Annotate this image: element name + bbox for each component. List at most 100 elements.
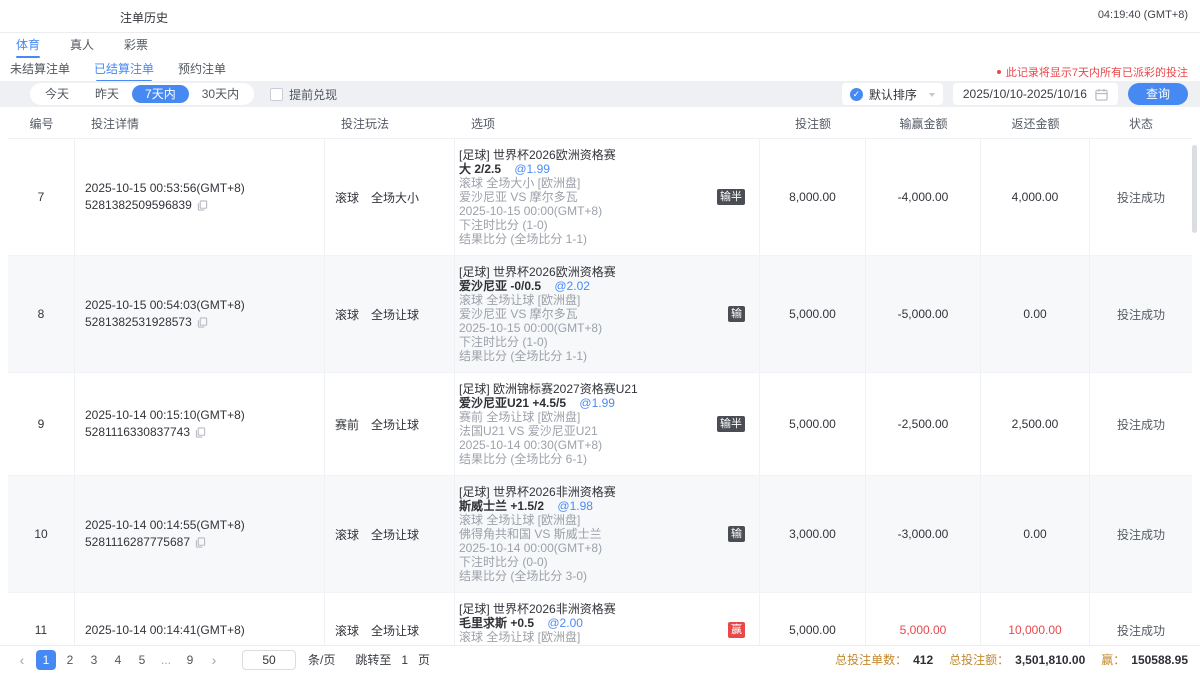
scrollbar[interactable] (1192, 145, 1197, 233)
subtab-settled[interactable]: 已结算注单 (84, 58, 164, 82)
option-score-at-bet: 下注时比分 (1-0) (459, 218, 719, 232)
page-ellipsis[interactable]: ... (156, 650, 176, 670)
prev-page-button[interactable]: ‹ (12, 650, 32, 670)
play-market: 全场让球 (371, 622, 419, 639)
cashout-filter[interactable]: 提前兑现 (270, 86, 337, 103)
bet-history-page: 注单历史 04:19:40 (GMT+8) 体育 真人 彩票 未结算注单 已结算… (0, 0, 1200, 673)
cell-play: 滚球 全场让球 (325, 256, 455, 372)
record-notice: 此记录将显示7天内所有已派彩的投注 (997, 64, 1188, 80)
cashout-checkbox[interactable] (270, 88, 283, 101)
play-type: 赛前 (335, 416, 359, 433)
copy-icon[interactable] (197, 200, 208, 211)
cashout-label: 提前兑现 (289, 86, 337, 103)
totals-summary: 总投注单数： 412 总投注额： 3,501,810.00 赢： 150588.… (835, 651, 1188, 668)
col-option: 选项 (455, 115, 760, 132)
play-market: 全场让球 (371, 526, 419, 543)
tab-live[interactable]: 真人 (60, 34, 104, 57)
cell-no: 8 (8, 256, 75, 372)
cell-option: [足球] 世界杯2026非洲资格赛 斯威士兰 +1.5/2 @1.98 滚球 全… (455, 476, 760, 592)
cell-option: [足球] 欧洲锦标赛2027资格赛U21 爱沙尼亚U21 +4.5/5 @1.9… (455, 373, 760, 475)
option-selection: 毛里求斯 +0.5 (459, 616, 534, 630)
table-row: 8 2025-10-15 00:54:03(GMT+8) 52813825319… (8, 256, 1192, 373)
footer-bar: ‹ 1 2 3 4 5 ... 9 › 条/页 跳转至 1 页 总投注单数： 4… (0, 645, 1200, 673)
page-size-input[interactable] (242, 650, 296, 670)
subtab-unsettled[interactable]: 未结算注单 (0, 58, 80, 82)
cell-winloss: -4,000.00 (866, 139, 981, 255)
option-match: 法国U21 VS 爱沙尼亚U21 (459, 424, 719, 438)
subtab-reserved[interactable]: 预约注单 (168, 58, 236, 82)
cell-winloss: -2,500.00 (866, 373, 981, 475)
page-button[interactable]: 9 (180, 650, 200, 670)
cell-stake: 5,000.00 (760, 256, 866, 372)
filter-30days[interactable]: 30天内 (189, 85, 252, 103)
col-status: 状态 (1090, 115, 1192, 132)
notice-text: 此记录将显示7天内所有已派彩的投注 (1006, 64, 1188, 80)
date-range-picker[interactable]: 2025/10/10-2025/10/16 (953, 83, 1118, 105)
option-league: [足球] 世界杯2026欧洲资格赛 (459, 265, 719, 279)
filter-7days[interactable]: 7天内 (132, 85, 189, 103)
cell-play: 赛前 全场让球 (325, 373, 455, 475)
col-payout: 返还金额 (981, 115, 1090, 132)
bet-id-line: 5281382509596839 (85, 197, 314, 214)
option-market: 滚球 全场让球 [欧洲盘] (459, 293, 719, 307)
page-button[interactable]: 1 (36, 650, 56, 670)
option-score-at-bet: 下注时比分 (1-0) (459, 335, 719, 349)
col-no: 编号 (8, 115, 75, 132)
copy-icon[interactable] (195, 427, 206, 438)
page-button[interactable]: 3 (84, 650, 104, 670)
table-header: 编号 投注详情 投注玩法 选项 投注额 输赢金额 返还金额 状态 (8, 109, 1192, 139)
cell-detail: 2025-10-14 00:14:55(GMT+8) 5281116287775… (75, 476, 325, 592)
next-page-button[interactable]: › (204, 650, 224, 670)
jump-suffix: 页 (418, 651, 430, 668)
option-result: 结果比分 (全场比分 1-1) (459, 232, 719, 246)
option-selection: 大 2/2.5 (459, 162, 501, 176)
col-detail: 投注详情 (75, 115, 325, 132)
copy-icon[interactable] (197, 317, 208, 328)
option-detail: [足球] 世界杯2026欧洲资格赛 大 2/2.5 @1.99 滚球 全场大小 … (459, 148, 719, 246)
option-score-at-bet: 下注时比分 (0-0) (459, 555, 719, 569)
bet-time: 2025-10-15 00:53:56(GMT+8) (85, 180, 314, 197)
jump-label: 跳转至 (355, 651, 391, 668)
option-match-time: 2025-10-15 00:00(GMT+8) (459, 321, 719, 335)
option-selection: 斯威士兰 +1.5/2 (459, 499, 544, 513)
total-amount-value: 3,501,810.00 (1015, 653, 1085, 667)
query-button[interactable]: 查询 (1128, 83, 1188, 105)
cell-option: [足球] 世界杯2026欧洲资格赛 爱沙尼亚 -0/0.5 @2.02 滚球 全… (455, 256, 760, 372)
result-badge: 输半 (717, 416, 745, 432)
cell-play: 滚球 全场大小 (325, 139, 455, 255)
page-button[interactable]: 4 (108, 650, 128, 670)
option-match-time: 2025-10-14 00:00(GMT+8) (459, 541, 719, 555)
option-selection-line: 爱沙尼亚 -0/0.5 @2.02 (459, 279, 719, 293)
play-type: 滚球 (335, 306, 359, 323)
total-amount-label: 总投注额： (949, 651, 1009, 668)
option-selection-line: 斯威士兰 +1.5/2 @1.98 (459, 499, 719, 513)
cell-detail: 2025-10-15 00:54:03(GMT+8) 5281382531928… (75, 256, 325, 372)
cell-payout: 4,000.00 (981, 139, 1090, 255)
filter-yesterday[interactable]: 昨天 (82, 85, 132, 103)
cell-status: 投注成功 (1090, 139, 1192, 255)
bet-time: 2025-10-15 00:54:03(GMT+8) (85, 297, 314, 314)
bet-id-line: 5281382531928573 (85, 314, 314, 331)
option-selection-line: 毛里求斯 +0.5 @2.00 (459, 616, 719, 630)
cell-detail: 2025-10-15 00:53:56(GMT+8) 5281382509596… (75, 139, 325, 255)
page-button[interactable]: 5 (132, 650, 152, 670)
cell-status: 投注成功 (1090, 256, 1192, 372)
option-match: 爱沙尼亚 VS 摩尔多瓦 (459, 307, 719, 321)
option-odds: @1.99 (514, 162, 550, 176)
jump-page-input[interactable]: 1 (401, 653, 408, 667)
cell-no: 7 (8, 139, 75, 255)
tab-lottery[interactable]: 彩票 (114, 34, 158, 57)
sort-select[interactable]: ✓ 默认排序 (842, 83, 943, 105)
page-button[interactable]: 2 (60, 650, 80, 670)
col-play: 投注玩法 (325, 115, 455, 132)
copy-icon[interactable] (195, 537, 206, 548)
option-match-time: 2025-10-14 00:30(GMT+8) (459, 438, 719, 452)
tab-sports[interactable]: 体育 (6, 34, 50, 57)
col-stake: 投注额 (760, 115, 866, 132)
cell-play: 滚球 全场让球 (325, 476, 455, 592)
filter-today[interactable]: 今天 (32, 85, 82, 103)
option-odds: @1.98 (557, 499, 593, 513)
result-badge: 输半 (717, 189, 745, 205)
total-win-value: 150588.95 (1131, 653, 1188, 667)
cell-stake: 5,000.00 (760, 373, 866, 475)
